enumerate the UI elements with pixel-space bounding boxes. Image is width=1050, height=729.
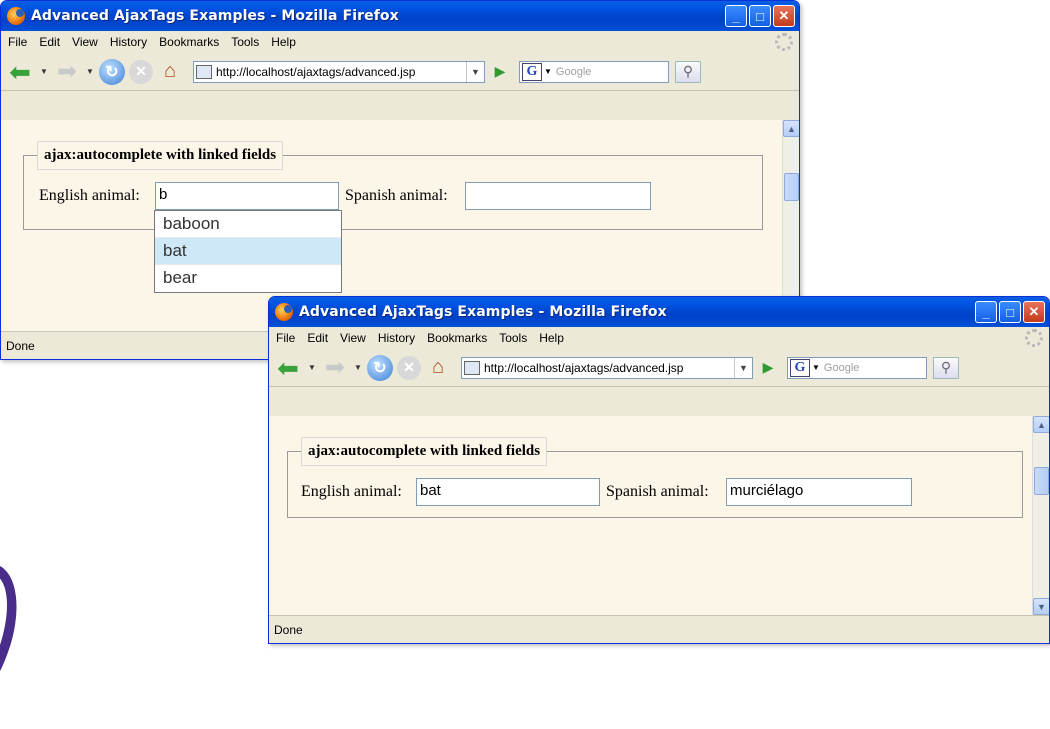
close-button[interactable]: ✕ — [773, 5, 795, 27]
reload-icon[interactable]: ↻ — [367, 354, 393, 381]
scroll-thumb[interactable] — [784, 173, 799, 201]
spanish-animal-input[interactable] — [465, 182, 651, 210]
navigation-toolbar: ⬅ ▼ ➡ ▼ ↻ ✕ ⌂ http://localhost/ajaxtags/… — [269, 349, 1049, 387]
close-button[interactable]: ✕ — [1023, 301, 1045, 323]
firefox-icon — [7, 7, 25, 25]
page-content: ajax:autocomplete with linked fields Eng… — [269, 416, 1049, 615]
home-icon[interactable]: ⌂ — [425, 356, 451, 380]
window-title: Advanced AjaxTags Examples - Mozilla Fir… — [31, 8, 399, 24]
menu-bar: File Edit View History Bookmarks Tools H… — [1, 31, 799, 53]
minimize-button[interactable]: _ — [725, 5, 747, 27]
menu-help[interactable]: Help — [539, 331, 564, 345]
search-box[interactable]: G ▼ Google — [787, 356, 927, 379]
status-text: Done — [274, 623, 303, 637]
scroll-up-arrow-icon[interactable]: ▲ — [1033, 416, 1049, 433]
title-bar[interactable]: Advanced AjaxTags Examples - Mozilla Fir… — [269, 297, 1049, 327]
menu-file[interactable]: File — [8, 35, 27, 49]
back-arrow-icon[interactable]: ⬅ — [5, 59, 35, 85]
scroll-thumb[interactable] — [1034, 467, 1049, 495]
stop-icon[interactable]: ✕ — [397, 355, 421, 380]
window-title: Advanced AjaxTags Examples - Mozilla Fir… — [299, 304, 667, 320]
menu-help[interactable]: Help — [271, 35, 296, 49]
google-engine-icon[interactable]: G — [790, 358, 810, 377]
throbber-icon — [1025, 329, 1043, 347]
fieldset-legend: ajax:autocomplete with linked fields — [37, 141, 284, 170]
search-input[interactable]: Google — [556, 66, 591, 78]
throbber-icon — [775, 33, 793, 51]
stop-icon[interactable]: ✕ — [129, 59, 153, 84]
search-magnifier-icon[interactable]: ⚲ — [675, 60, 701, 83]
reload-icon[interactable]: ↻ — [99, 58, 125, 85]
forward-arrow-icon[interactable]: ➡ — [53, 59, 81, 84]
back-arrow-icon[interactable]: ⬅ — [273, 355, 303, 381]
menu-bookmarks[interactable]: Bookmarks — [159, 35, 219, 49]
search-engine-dropdown-icon[interactable]: ▼ — [544, 67, 552, 76]
search-input[interactable]: Google — [824, 362, 859, 374]
minimize-button[interactable]: _ — [975, 301, 997, 323]
forward-history-dropdown-icon[interactable]: ▼ — [353, 363, 363, 372]
english-animal-label: English animal: — [301, 483, 402, 500]
fieldset-legend: ajax:autocomplete with linked fields — [301, 437, 548, 466]
status-text: Done — [6, 339, 35, 353]
english-animal-label: English animal: — [39, 187, 140, 204]
menu-bar: File Edit View History Bookmarks Tools H… — [269, 327, 1049, 349]
background-swoosh — [0, 551, 35, 729]
go-arrow-icon[interactable]: ▶ — [757, 358, 779, 378]
search-box[interactable]: G ▼ Google — [519, 60, 669, 83]
url-dropdown-icon[interactable]: ▼ — [734, 357, 752, 378]
menu-view[interactable]: View — [72, 35, 98, 49]
maximize-button[interactable]: □ — [999, 301, 1021, 323]
menu-file[interactable]: File — [276, 331, 295, 345]
back-history-dropdown-icon[interactable]: ▼ — [307, 363, 317, 372]
url-text[interactable]: http://localhost/ajaxtags/advanced.jsp — [216, 65, 466, 79]
english-animal-input[interactable]: b — [155, 182, 339, 210]
menu-history[interactable]: History — [110, 35, 147, 49]
google-engine-icon[interactable]: G — [522, 62, 542, 81]
status-bar: Done — [269, 615, 1049, 643]
firefox-window-linked-result: Advanced AjaxTags Examples - Mozilla Fir… — [268, 296, 1050, 644]
url-text[interactable]: http://localhost/ajaxtags/advanced.jsp — [484, 361, 734, 375]
menu-tools[interactable]: Tools — [231, 35, 259, 49]
search-engine-dropdown-icon[interactable]: ▼ — [812, 363, 820, 372]
scroll-down-arrow-icon[interactable]: ▼ — [1033, 598, 1049, 615]
suggestion-bear[interactable]: bear — [155, 265, 341, 292]
navigation-toolbar: ⬅ ▼ ➡ ▼ ↻ ✕ ⌂ http://localhost/ajaxtags/… — [1, 53, 799, 91]
back-history-dropdown-icon[interactable]: ▼ — [39, 67, 49, 76]
firefox-icon — [275, 303, 293, 321]
spanish-animal-label: Spanish animal: — [345, 187, 448, 204]
english-animal-input[interactable]: bat — [416, 478, 600, 506]
go-arrow-icon[interactable]: ▶ — [489, 62, 511, 82]
menu-edit[interactable]: Edit — [307, 331, 328, 345]
maximize-button[interactable]: □ — [749, 5, 771, 27]
url-bar[interactable]: http://localhost/ajaxtags/advanced.jsp ▼ — [193, 60, 485, 83]
menu-edit[interactable]: Edit — [39, 35, 60, 49]
autocomplete-dropdown: baboon bat bear — [154, 210, 342, 293]
title-bar[interactable]: Advanced AjaxTags Examples - Mozilla Fir… — [1, 1, 799, 31]
forward-arrow-icon[interactable]: ➡ — [321, 355, 349, 380]
home-icon[interactable]: ⌂ — [157, 60, 183, 84]
forward-history-dropdown-icon[interactable]: ▼ — [85, 67, 95, 76]
spanish-animal-label: Spanish animal: — [606, 483, 709, 500]
scroll-up-arrow-icon[interactable]: ▲ — [783, 120, 799, 137]
suggestion-bat[interactable]: bat — [155, 238, 341, 265]
menu-view[interactable]: View — [340, 331, 366, 345]
suggestion-baboon[interactable]: baboon — [155, 211, 341, 238]
url-dropdown-icon[interactable]: ▼ — [466, 61, 484, 82]
search-magnifier-icon[interactable]: ⚲ — [933, 356, 959, 379]
menu-bookmarks[interactable]: Bookmarks — [427, 331, 487, 345]
page-icon — [464, 360, 480, 375]
page-icon — [196, 64, 212, 79]
vertical-scrollbar[interactable]: ▲ ▼ — [1032, 416, 1049, 615]
url-bar[interactable]: http://localhost/ajaxtags/advanced.jsp ▼ — [461, 356, 753, 379]
menu-tools[interactable]: Tools — [499, 331, 527, 345]
spanish-animal-input[interactable]: murciélago — [726, 478, 912, 506]
menu-history[interactable]: History — [378, 331, 415, 345]
